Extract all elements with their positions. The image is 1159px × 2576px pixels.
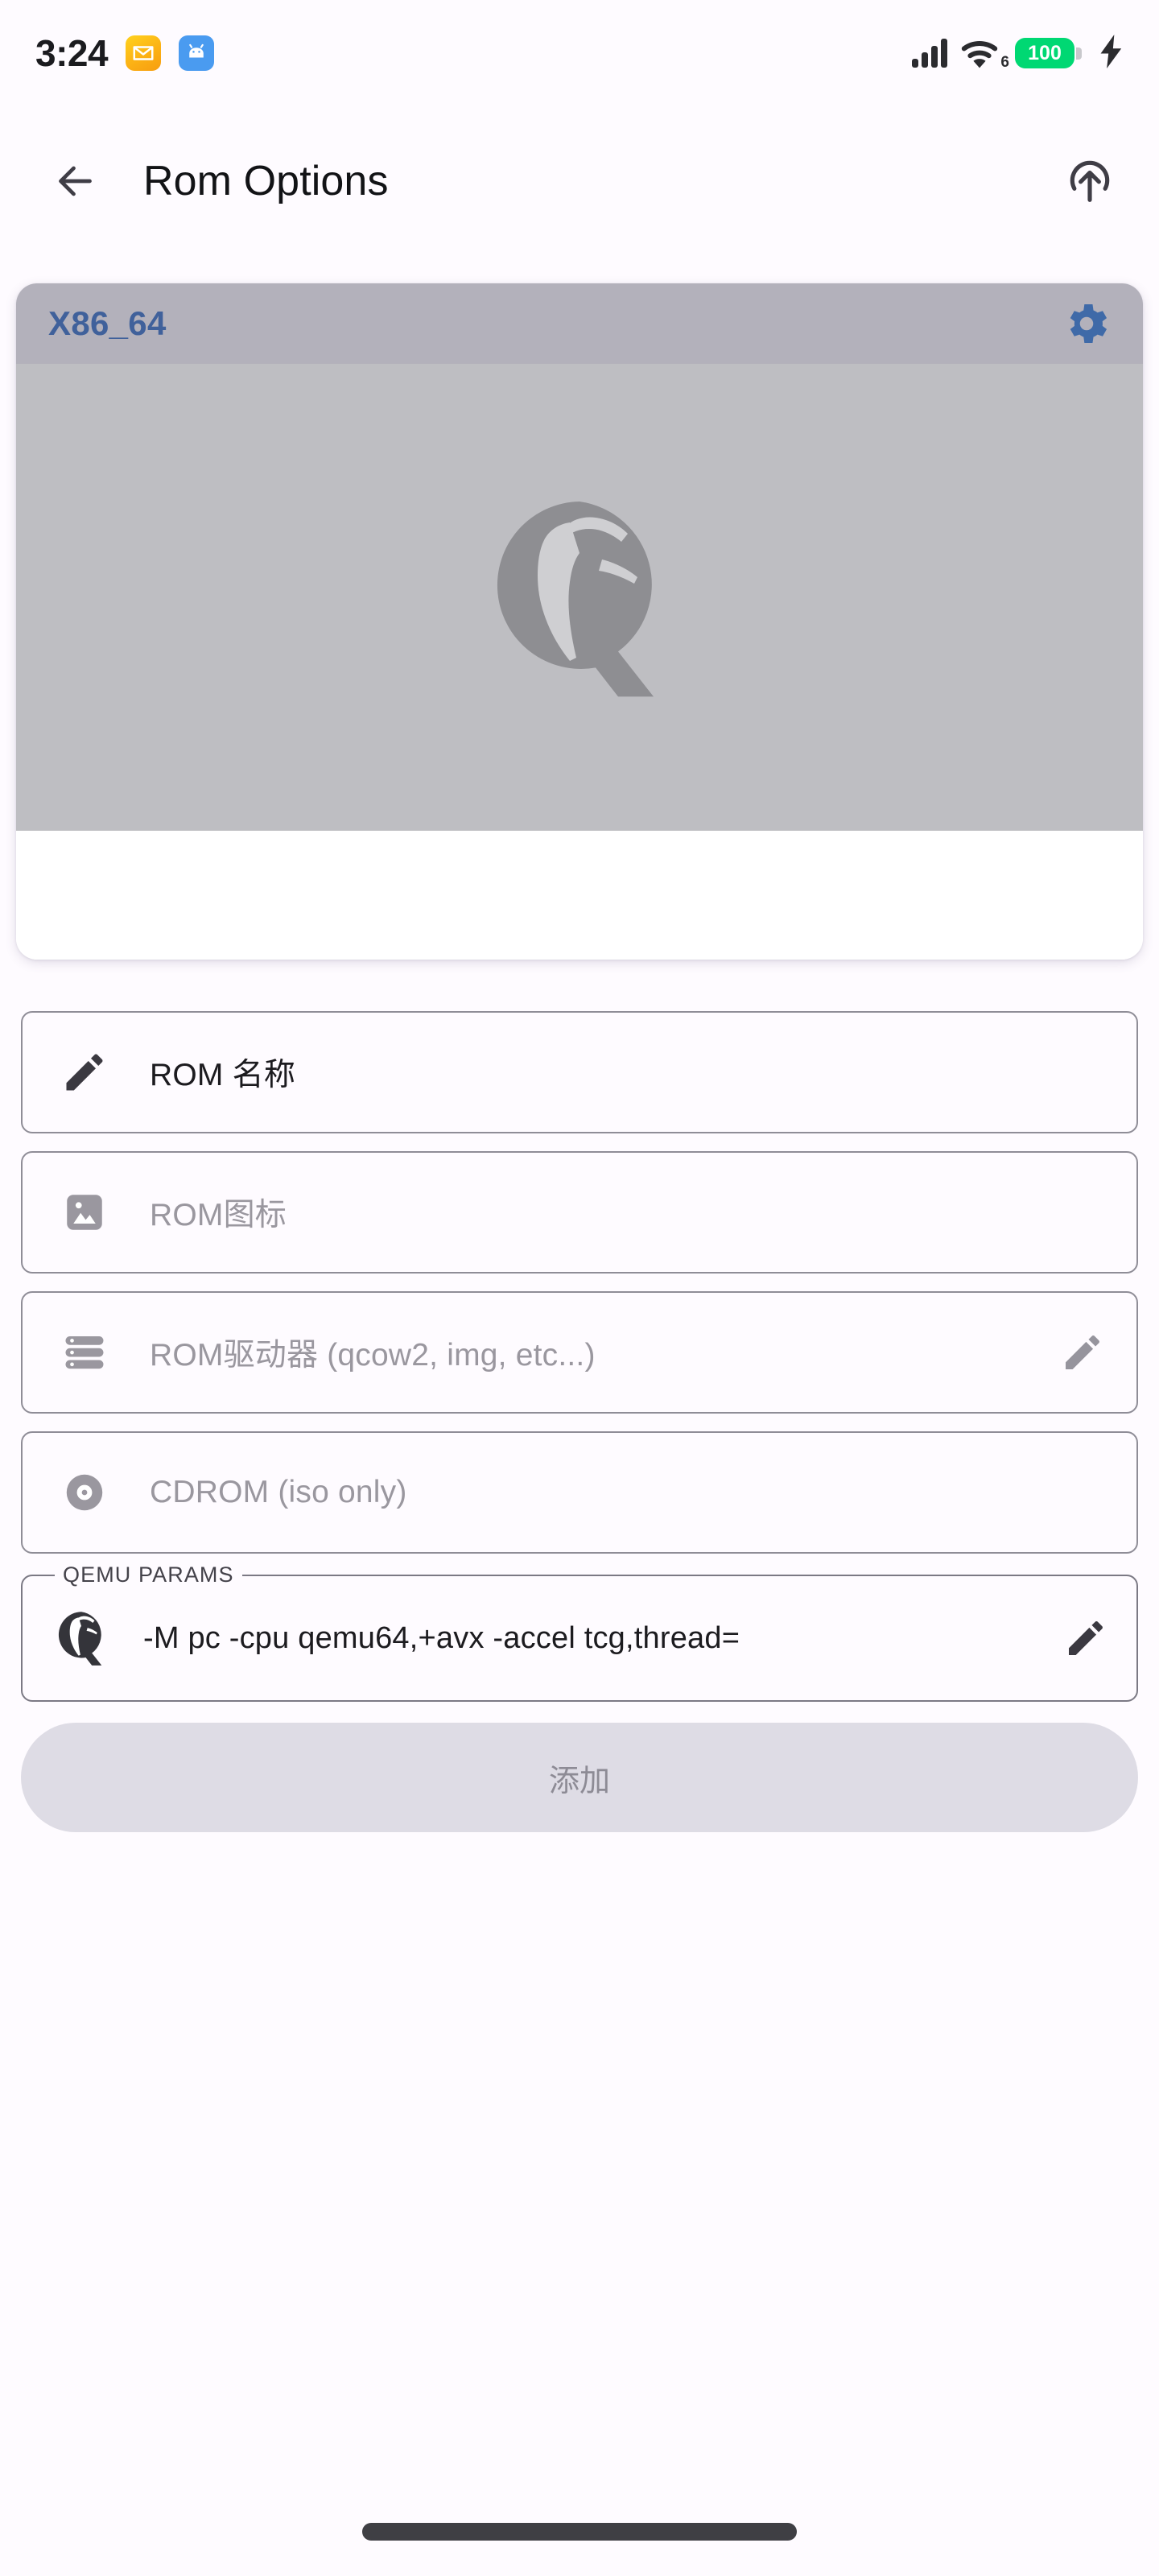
mail-notification-icon [126, 35, 162, 71]
upload-arrow-icon [1070, 160, 1110, 202]
rom-options-form: ROM 名称 ROM图标 ROM驱动器 (qcow2, img, etc...)… [21, 1011, 1138, 1832]
status-bar-right: 6 100 [912, 34, 1124, 72]
battery-body: 100 [1015, 38, 1074, 68]
rom-card-footer [16, 831, 1143, 960]
field-cdrom[interactable]: CDROM (iso only) [21, 1431, 1138, 1554]
image-icon [58, 1186, 111, 1239]
add-rom-button[interactable]: 添加 [21, 1723, 1138, 1832]
page-title: Rom Options [143, 158, 389, 204]
android-notification-icon [179, 35, 215, 71]
rom-preview-image [16, 364, 1143, 831]
status-time: 3:24 [35, 32, 109, 74]
rom-architecture-label: X86_64 [48, 304, 167, 342]
wifi-generation-label: 6 [1000, 54, 1009, 71]
back-button[interactable] [42, 147, 109, 215]
cellular-signal-icon [912, 39, 947, 68]
qemu-logo-icon [497, 502, 654, 697]
rom-settings-button[interactable] [1058, 295, 1116, 353]
wifi-icon: 6 [960, 37, 1009, 71]
gear-icon [1070, 304, 1107, 343]
gesture-nav-pill[interactable] [362, 2523, 797, 2541]
status-bar: 3:24 6 100 [0, 0, 1159, 106]
pencil-icon [1066, 1335, 1099, 1369]
charging-bolt-icon [1099, 34, 1124, 72]
field-rom-drives-label: ROM驱动器 (qcow2, img, etc...) [150, 1338, 596, 1373]
import-rom-button[interactable] [1056, 147, 1124, 215]
app-screen: 3:24 6 100 Rom Options X86_64 ROM 名称 ROM… [0, 0, 1159, 2576]
field-rom-name[interactable]: ROM 名称 [21, 1011, 1138, 1133]
field-qemu-params[interactable]: QEMU PARAMS -M pc -cpu qemu64,+avx -acce… [21, 1563, 1138, 1702]
cdrom-disc-icon [58, 1466, 111, 1519]
field-rom-icon[interactable]: ROM图标 [21, 1151, 1138, 1274]
qemu-logo-icon [55, 1612, 108, 1666]
storage-drives-icon [58, 1326, 111, 1379]
field-qemu-params-legend: QEMU PARAMS [55, 1563, 242, 1587]
field-rom-icon-label: ROM图标 [150, 1198, 287, 1232]
battery-indicator: 100 [1015, 38, 1082, 68]
battery-nub [1076, 47, 1082, 60]
rom-card-header: X86_64 [16, 283, 1143, 364]
pencil-icon [1069, 1621, 1103, 1655]
status-bar-left: 3:24 [35, 32, 215, 74]
rom-preview-card[interactable]: X86_64 [16, 283, 1143, 960]
edit-qemu-params-button[interactable] [1059, 1612, 1112, 1665]
battery-level-label: 100 [1028, 41, 1062, 64]
field-rom-name-label: ROM 名称 [150, 1058, 296, 1092]
pencil-icon [58, 1046, 111, 1099]
edit-rom-drives-button[interactable] [1056, 1326, 1109, 1379]
field-qemu-params-value: -M pc -cpu qemu64,+avx -accel tcg,thread… [143, 1620, 740, 1655]
back-arrow-icon [59, 166, 92, 196]
field-rom-drives[interactable]: ROM驱动器 (qcow2, img, etc...) [21, 1291, 1138, 1414]
app-bar: Rom Options [0, 121, 1159, 242]
field-cdrom-label: CDROM (iso only) [150, 1475, 407, 1509]
